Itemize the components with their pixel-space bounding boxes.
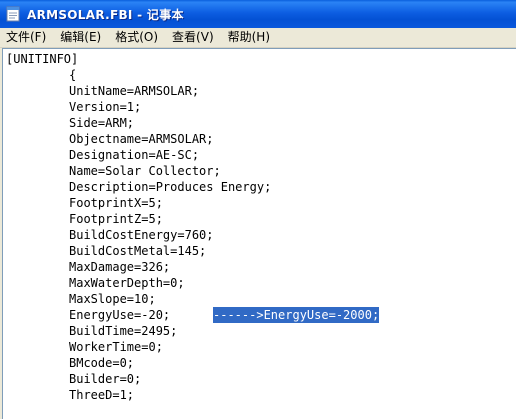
text-line: BuildCostMetal=145; (69, 244, 207, 258)
text-line: UnitName=ARMSOLAR; (69, 84, 200, 98)
text-line: MaxWaterDepth=0; (69, 276, 185, 290)
text-line: { (69, 68, 77, 82)
text-line: BMcode=0; (69, 356, 135, 370)
notepad-icon (5, 6, 21, 22)
menu-bar: 文件(F) 编辑(E) 格式(O) 查看(V) 帮助(H) (0, 28, 516, 48)
text-line: Builder=0; (69, 372, 142, 386)
menu-format[interactable]: 格式(O) (108, 28, 165, 47)
menu-help[interactable]: 帮助(H) (221, 28, 277, 47)
text-line: Designation=AE-SC; (69, 148, 200, 162)
menu-edit[interactable]: 编辑(E) (53, 28, 108, 47)
text-line: Objectname=ARMSOLAR; (69, 132, 214, 146)
selected-text[interactable]: ------>EnergyUse=-2000; (213, 307, 380, 323)
text-line: EnergyUse=-20; (69, 308, 171, 322)
text-line: BuildCostEnergy=760; (69, 228, 214, 242)
text-editor[interactable]: [UNITINFO] { UnitName=ARMSOLAR; Version=… (2, 48, 516, 419)
text-line: MaxSlope=10; (69, 292, 156, 306)
text-line: Description=Produces Energy; (69, 180, 272, 194)
window-title: ARMSOLAR.FBI - 记事本 (27, 7, 184, 22)
text-line: [UNITINFO] (6, 52, 79, 66)
text-line: MaxDamage=326; (69, 260, 171, 274)
text-line: FootprintZ=5; (69, 212, 163, 226)
text-line: WorkerTime=0; (69, 340, 163, 354)
text-line: BuildTime=2495; (69, 324, 178, 338)
text-line: Name=Solar Collector; (69, 164, 221, 178)
text-line: ThreeD=1; (69, 388, 135, 402)
notepad-window: ARMSOLAR.FBI - 记事本 文件(F) 编辑(E) 格式(O) 查看(… (0, 0, 516, 419)
title-bar[interactable]: ARMSOLAR.FBI - 记事本 (0, 0, 516, 28)
text-line: FootprintX=5; (69, 196, 163, 210)
text-line: Side=ARM; (69, 116, 135, 130)
menu-view[interactable]: 查看(V) (165, 28, 221, 47)
text-line: Version=1; (69, 100, 142, 114)
menu-file[interactable]: 文件(F) (0, 28, 53, 47)
